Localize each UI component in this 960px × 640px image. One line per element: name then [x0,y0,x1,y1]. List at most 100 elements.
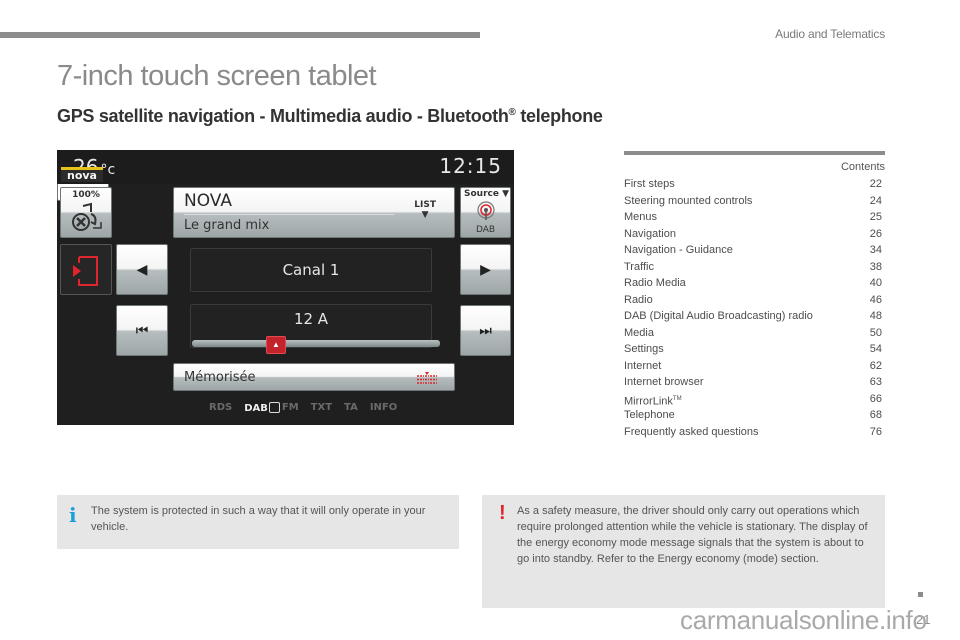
watermark: carmanualsonline.info [680,605,927,635]
contents-item-label: Menus [624,211,658,223]
contents-item-label: Navigation [624,227,676,240]
info-note: i The system is protected in such a way … [57,495,459,549]
option-ta[interactable]: TA [344,402,358,414]
contents-item[interactable]: Menus 25 [624,209,882,226]
contents-item-page: 66 [869,392,882,405]
contents-item-page: 22 [869,178,882,190]
contents-item[interactable]: Steering mounted controls 24 [624,193,882,210]
volume-percent: 100% [72,190,100,200]
contents-item-label: DAB (Digital Audio Broadcasting) radio [624,310,813,322]
warning-note: ! As a safety measure, the driver should… [482,495,885,608]
contents-item[interactable]: DAB (Digital Audio Broadcasting) radio 48 [624,308,882,325]
contents-item-label: Internet [624,359,662,372]
contents-item-label: Settings [624,343,664,355]
contents-item-page: 26 [869,227,882,240]
contents-item-label: Frequently asked questions [624,425,759,438]
next-button[interactable]: ▶ [460,244,511,295]
contents-item[interactable]: Navigation - Guidance 34 [624,242,882,259]
contents-heading: Contents [840,161,885,173]
station-programme: Le grand mix [184,218,270,233]
option-rds[interactable]: RDS [209,402,232,414]
channel-display: Canal 1 [190,248,432,292]
contents-item-page: 54 [869,343,882,355]
option-info[interactable]: INFO [370,402,397,414]
frequency-slider-thumb[interactable]: ▲ [266,336,286,354]
rewind-icon: ⏮ [135,322,149,338]
exit-icon [73,256,98,286]
source-value: DAB [475,225,496,235]
source-label: Source ▼ [464,189,510,199]
contents-item[interactable]: Frequently asked questions 76 [624,424,882,441]
fast-forward-icon: ⏭ [479,322,492,338]
dab-fm-toggle-icon [268,402,280,413]
screen-status-bar: 26°c 12:15 [57,150,514,184]
contents-item[interactable]: Settings 54 [624,341,882,358]
option-dab[interactable]: DAB [244,402,280,414]
contents-item-label: Internet browser [624,376,704,388]
header-rule [0,32,480,38]
contents-item-page: 38 [869,260,882,273]
contents-item-page: 40 [869,277,882,289]
memorised-label: Mémorisée [184,370,256,385]
frequency-slider-track[interactable] [192,340,440,347]
rewind-button[interactable]: ⏮ [116,305,168,356]
info-icon: i [69,503,77,527]
contents-item-label: First steps [624,178,675,190]
station-name: NOVA [184,191,232,211]
contents-item[interactable]: First steps 22 [624,176,882,193]
fast-forward-button[interactable]: ⏭ [460,305,511,356]
contents-item-page: 48 [869,310,882,322]
contents-item[interactable]: Radio 46 [624,292,882,309]
contents-item[interactable]: Navigation 26 [624,226,882,243]
option-txt[interactable]: TXT [311,402,332,414]
contents-item[interactable]: Internet 62 [624,358,882,375]
contents-item[interactable]: Internet browser 63 [624,374,882,391]
next-icon: ▶ [480,261,491,277]
previous-icon: ◀ [136,261,148,277]
nova-logo: nova [61,167,103,182]
screen-option-bar: RDS DAB FM TXT TA INFO [209,402,397,414]
contents-item-page: 68 [869,409,882,421]
contents-item-label: Radio Media [624,277,686,289]
contents-item[interactable]: Telephone 68 [624,407,882,424]
option-fm[interactable]: FM [282,402,299,414]
contents-item-page: 63 [869,376,882,388]
contents-item-label: Telephone [624,409,675,421]
contents-rule [624,151,885,155]
page-subtitle: GPS satellite navigation - Multimedia au… [57,106,603,126]
source-button[interactable]: Source ▼ DAB [460,187,511,238]
volume-mute-button[interactable]: 100% [60,187,112,238]
contents-list: First steps 22 Steering mounted controls 24… [624,176,882,440]
section-title: Audio and Telematics [775,27,885,41]
contents-item-label: MirrorLinkTM [624,395,682,408]
contents-item-page: 62 [869,359,882,372]
previous-button[interactable]: ◀ [116,244,168,295]
contents-item[interactable]: MirrorLinkTM 66 [624,391,882,408]
warning-note-text: As a safety measure, the driver should o… [517,505,868,565]
list-button[interactable]: LIST ▼ [414,200,436,220]
presets-icon [417,372,437,384]
exit-button[interactable] [60,244,112,295]
contents-item-page: 25 [869,211,882,223]
station-divider [184,214,394,215]
memorised-button[interactable]: Mémorisée [173,363,455,391]
end-of-section-marker [918,592,923,597]
page-title: 7-inch touch screen tablet [57,60,377,92]
contents-item-label: Steering mounted controls [624,194,753,207]
antenna-icon [477,201,495,220]
info-note-text: The system is protected in such a way th… [91,505,426,533]
contents-item-page: 34 [869,244,882,256]
contents-item-label: Navigation - Guidance [624,244,733,256]
contents-item[interactable]: Radio Media 40 [624,275,882,292]
contents-item[interactable]: Traffic 38 [624,259,882,276]
station-info-button[interactable]: NOVA Le grand mix LIST ▼ [173,187,455,238]
touch-screen-illustration: 26°c 12:15 100% nova NOVA Le grand mix L… [57,150,514,425]
contents-item-label: Media [624,326,654,339]
clock-readout: 12:15 [439,154,502,178]
contents-item-page: 24 [869,194,882,207]
contents-item-page: 76 [869,425,882,438]
contents-item-page: 50 [869,326,882,339]
contents-item-label: Radio [624,293,653,306]
contents-item[interactable]: Media 50 [624,325,882,342]
warning-icon: ! [499,502,506,524]
